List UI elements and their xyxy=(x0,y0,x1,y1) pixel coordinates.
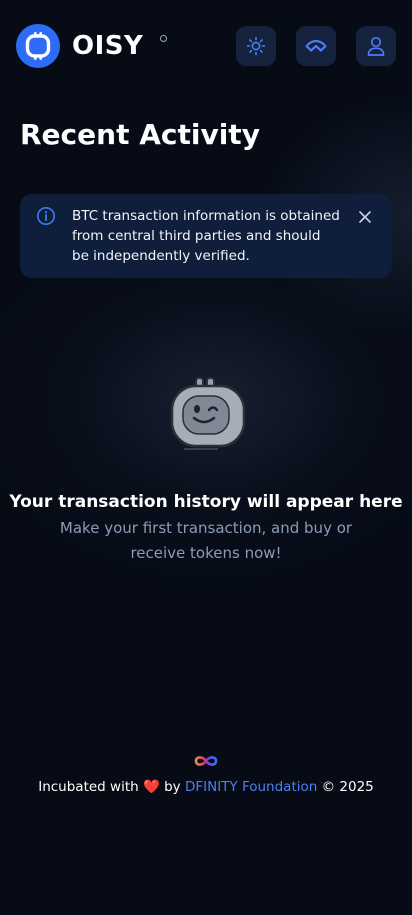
footer-copyright: © 2025 xyxy=(321,779,374,795)
info-icon xyxy=(37,207,55,225)
theme-toggle-button[interactable] xyxy=(236,26,276,66)
footer-credit: Incubated with ❤️ by DFINITY Foundation … xyxy=(0,776,412,798)
walletconnect-button[interactable] xyxy=(296,26,336,66)
dfinity-foundation-link[interactable]: DFINITY Foundation xyxy=(185,779,317,795)
empty-state-title: Your transaction history will appear her… xyxy=(9,492,403,512)
empty-state-subtitle: Make your first transaction, and buy or … xyxy=(59,519,353,562)
alert-message: BTC transaction information is obtained … xyxy=(72,208,340,264)
registered-mark xyxy=(160,35,167,42)
user-icon xyxy=(367,36,385,56)
activity-page: OISY Recent Activity BTC transaction inf… xyxy=(0,0,412,915)
page-title: Recent Activity xyxy=(20,118,260,151)
profile-button[interactable] xyxy=(356,26,396,66)
footer-by: by xyxy=(164,779,181,795)
btc-info-alert: BTC transaction information is obtained … xyxy=(20,194,392,278)
close-icon[interactable] xyxy=(358,210,372,224)
footer-prefix: Incubated with xyxy=(38,779,139,795)
brand-name: OISY xyxy=(72,31,144,61)
walletconnect-icon xyxy=(305,39,327,52)
empty-state-mascot-icon xyxy=(170,377,246,450)
heart-icon: ❤️ xyxy=(142,779,160,795)
dfinity-infinity-icon xyxy=(194,756,218,766)
sun-icon xyxy=(246,36,266,56)
oisy-logo-icon[interactable] xyxy=(16,24,60,68)
